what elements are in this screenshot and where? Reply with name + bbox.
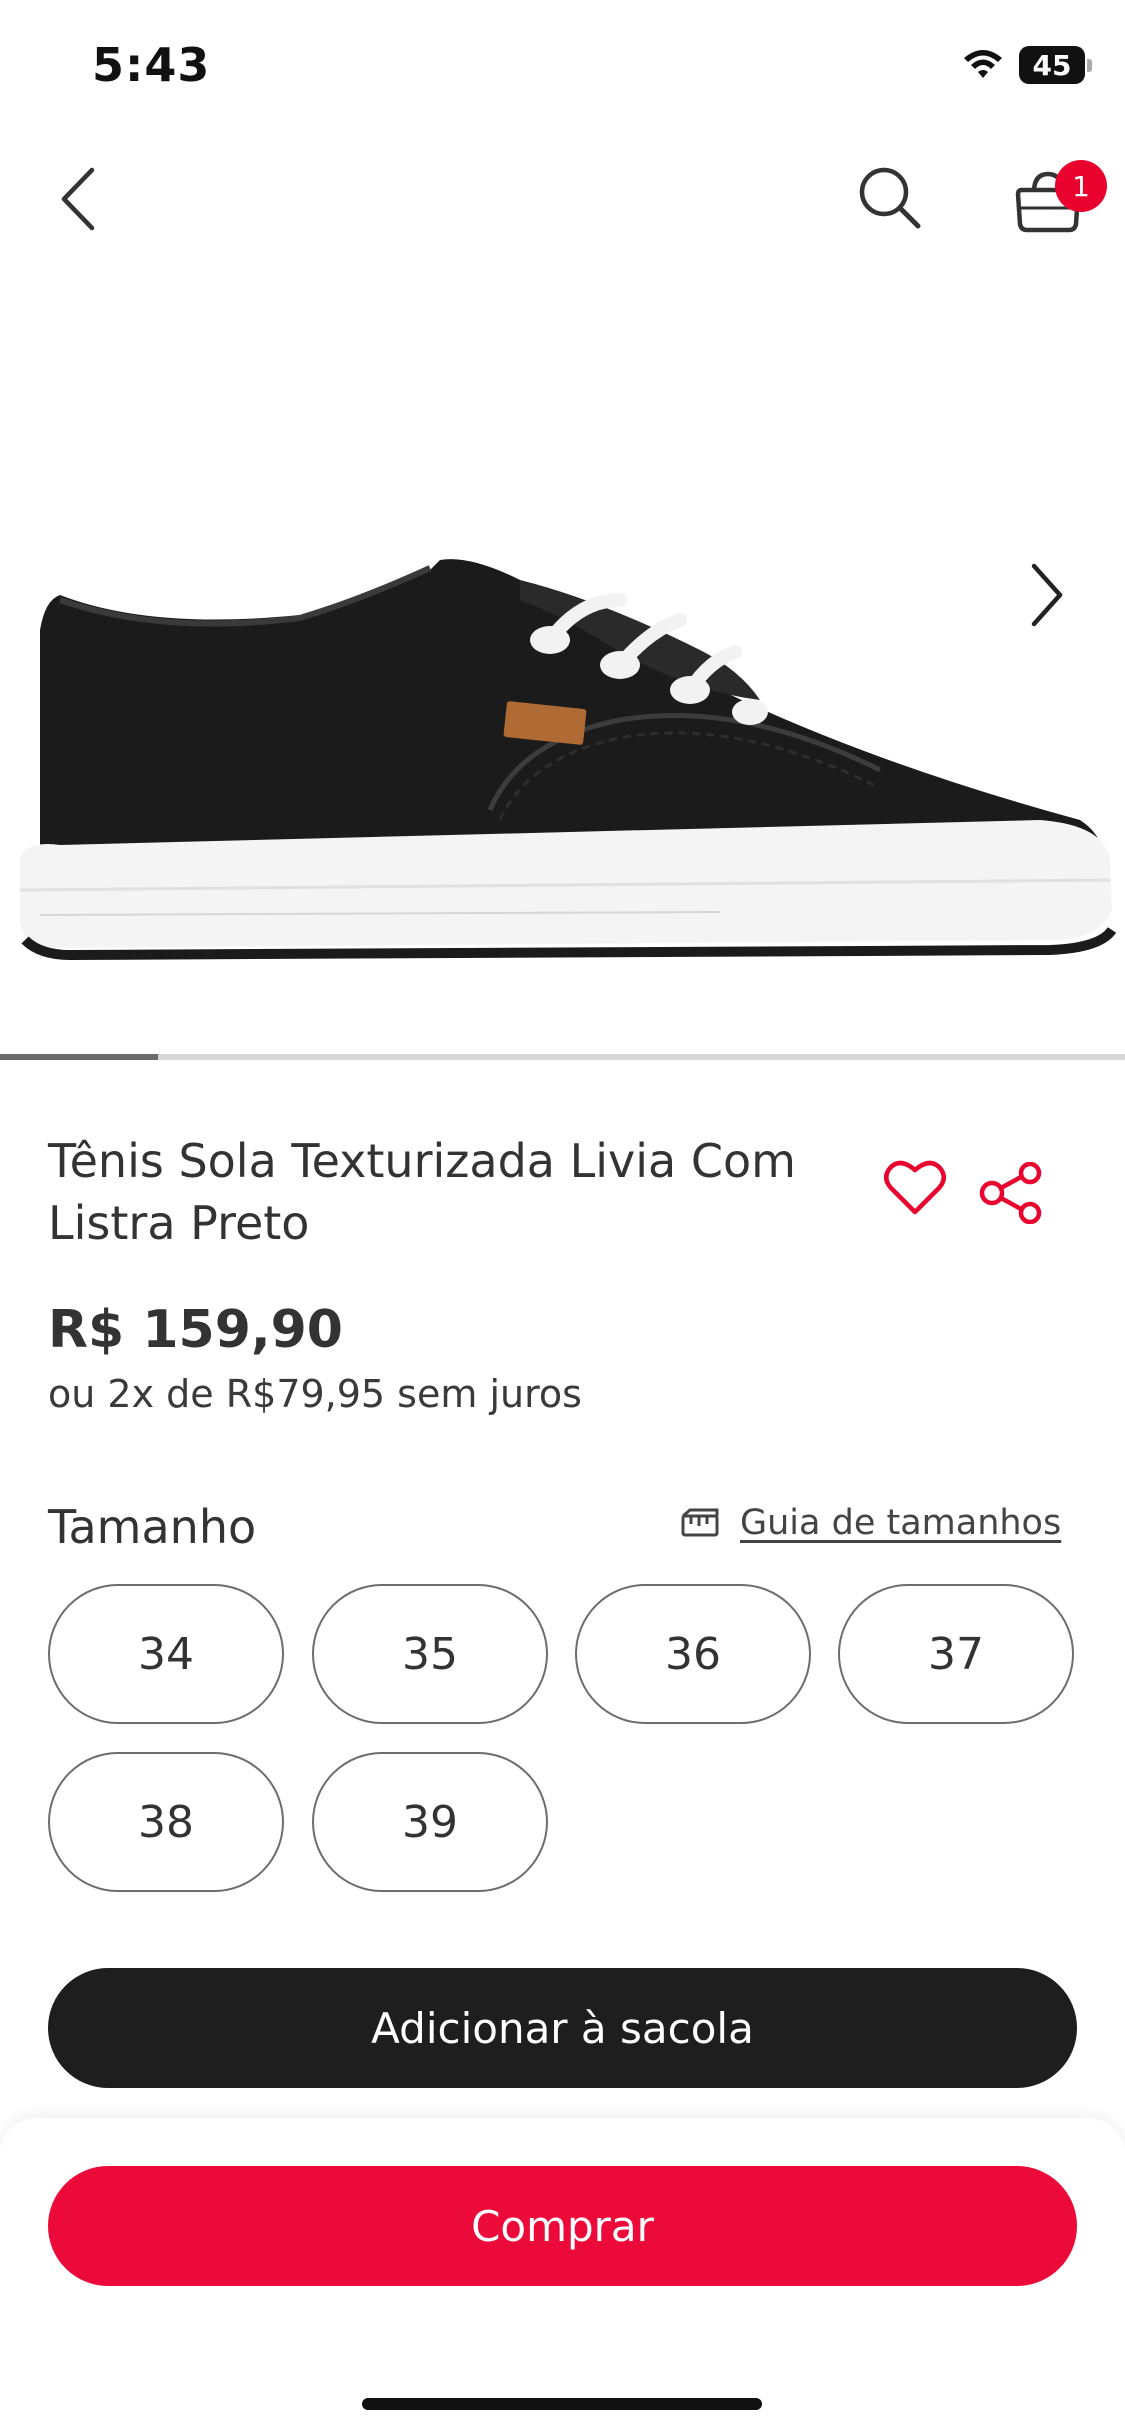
size-option-37[interactable]: 37	[838, 1584, 1074, 1724]
size-option-38[interactable]: 38	[48, 1752, 284, 1892]
home-indicator[interactable]	[362, 2398, 762, 2410]
favorite-heart-icon[interactable]	[884, 1158, 946, 1216]
battery-icon: 45	[1019, 46, 1092, 84]
size-option-39[interactable]: 39	[312, 1752, 548, 1892]
gallery-progress-track	[0, 1054, 1125, 1060]
size-guide-link[interactable]: Guia de tamanhos	[740, 1503, 1061, 1543]
product-title: Tênis Sola Texturizada Livia Com Listra …	[48, 1134, 796, 1250]
gallery-progress-fill	[0, 1054, 158, 1060]
next-image-chevron-icon[interactable]	[1028, 562, 1064, 628]
product-price: R$ 159,90	[48, 1300, 343, 1360]
status-time: 5:43	[92, 38, 211, 92]
add-to-bag-button[interactable]: Adicionar à sacola	[48, 1968, 1077, 2088]
back-arrow-icon[interactable]	[56, 166, 100, 232]
size-option-35[interactable]: 35	[312, 1584, 548, 1724]
buy-button[interactable]: Comprar	[48, 2166, 1077, 2286]
wifi-icon	[964, 50, 1002, 78]
size-guide[interactable]: Guia de tamanhos	[680, 1503, 1061, 1543]
product-image-gallery[interactable]	[0, 300, 1125, 1060]
size-option-34[interactable]: 34	[48, 1584, 284, 1724]
share-icon[interactable]	[978, 1162, 1044, 1224]
installments-text: ou 2x de R$79,95 sem juros	[48, 1372, 582, 1416]
cart-count-badge: 1	[1055, 160, 1107, 212]
product-image	[19, 559, 1117, 961]
size-option-36[interactable]: 36	[575, 1584, 811, 1724]
status-icons: 45	[961, 46, 1092, 84]
size-heading: Tamanho	[48, 1500, 257, 1554]
search-icon[interactable]	[856, 164, 922, 230]
ruler-icon	[681, 1508, 719, 1537]
